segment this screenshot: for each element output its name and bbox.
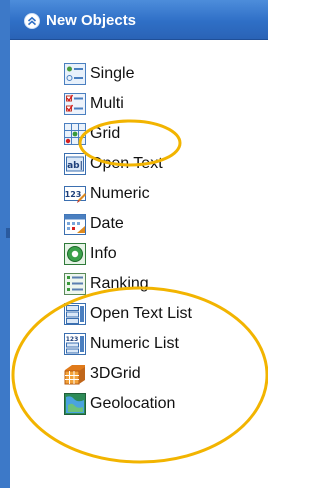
3d-grid-icon bbox=[64, 365, 85, 385]
multi-choice-icon bbox=[64, 93, 86, 115]
object-item-label: Numeric bbox=[90, 185, 150, 202]
left-edge-bar bbox=[0, 0, 10, 488]
object-item-label: Single bbox=[90, 65, 135, 82]
svg-text:123: 123 bbox=[65, 190, 82, 199]
object-item-numeric[interactable]: 123 Numeric bbox=[64, 180, 150, 208]
geolocation-icon bbox=[64, 393, 86, 415]
object-item-multi[interactable]: Multi bbox=[64, 90, 124, 118]
object-item-3dgrid[interactable]: 3DGrid bbox=[64, 360, 141, 388]
object-item-label: Multi bbox=[90, 95, 124, 112]
object-item-label: Ranking bbox=[90, 275, 149, 292]
open-text-list-icon bbox=[64, 303, 86, 325]
grid-question-icon bbox=[64, 123, 86, 145]
open-text-icon: ab| bbox=[64, 153, 86, 175]
object-item-label: Date bbox=[90, 215, 124, 232]
single-choice-icon bbox=[64, 63, 86, 85]
object-item-label: Numeric List bbox=[90, 335, 179, 352]
object-item-label: Open Text bbox=[90, 155, 163, 172]
object-item-label: 3DGrid bbox=[90, 365, 141, 382]
date-icon bbox=[64, 214, 86, 235]
double-chevron-up-icon[interactable] bbox=[24, 13, 40, 29]
object-item-label: Open Text List bbox=[90, 305, 192, 322]
object-item-label: Geolocation bbox=[90, 395, 176, 412]
object-item-ranking[interactable]: Ranking bbox=[64, 270, 149, 298]
panel-title: New Objects bbox=[46, 12, 137, 29]
panel-header[interactable]: New Objects bbox=[10, 0, 268, 40]
ranking-icon bbox=[64, 273, 86, 295]
object-item-date[interactable]: Date bbox=[64, 210, 124, 238]
object-item-open-text[interactable]: ab| Open Text bbox=[64, 150, 163, 178]
object-item-geolocation[interactable]: Geolocation bbox=[64, 390, 175, 418]
object-item-single[interactable]: Single bbox=[64, 60, 134, 88]
object-item-info[interactable]: Info bbox=[64, 240, 117, 268]
svg-text:123: 123 bbox=[66, 336, 79, 343]
object-item-open-text-list[interactable]: Open Text List bbox=[64, 300, 192, 328]
object-item-label: Info bbox=[90, 245, 117, 262]
info-icon bbox=[64, 243, 86, 265]
new-objects-panel: New Objects Single Multi Grid ab| Open T… bbox=[10, 0, 268, 488]
numeric-icon: 123 bbox=[64, 186, 86, 203]
numeric-list-icon: 123 bbox=[64, 333, 86, 355]
object-item-numeric-list[interactable]: 123 Numeric List bbox=[64, 330, 179, 358]
object-item-label: Grid bbox=[90, 125, 121, 142]
object-item-grid[interactable]: Grid bbox=[64, 120, 120, 148]
svg-text:ab|: ab| bbox=[67, 161, 83, 171]
